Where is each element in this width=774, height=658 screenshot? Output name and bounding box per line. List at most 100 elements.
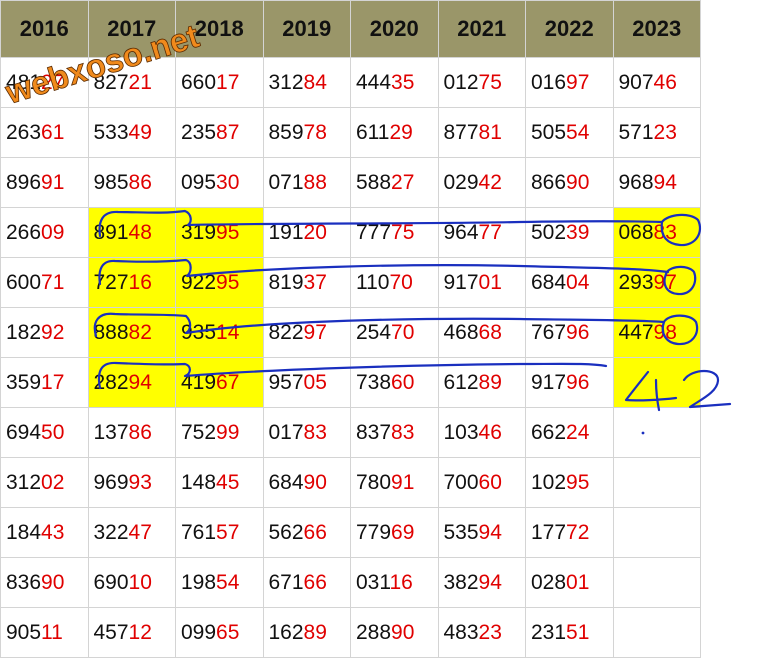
number-last-two-digits: 83: [303, 420, 327, 444]
result-cell: 85978: [262, 107, 351, 158]
number-prefix: 322: [93, 520, 129, 544]
result-cell: 03116: [350, 557, 439, 608]
number-prefix: 671: [268, 570, 304, 594]
number-last-two-digits: 02: [41, 470, 65, 494]
result-cell: 01697: [525, 57, 614, 108]
table-row: 60071 72716 92295 81937 11070 91701 68404 29397: [0, 257, 701, 308]
result-cell: 09530: [175, 157, 264, 208]
number-prefix: 964: [443, 220, 479, 244]
number-prefix: 012: [443, 70, 479, 94]
result-cell: 53349: [87, 107, 176, 158]
year-header[interactable]: 2018: [175, 0, 264, 58]
number-prefix: 071: [268, 170, 304, 194]
number-last-two-digits: 17: [41, 370, 65, 394]
number-prefix: 231: [531, 620, 567, 644]
year-header[interactable]: 2017: [87, 0, 176, 58]
table-row: 90511 45712 09965 16289 28890 48323 23151: [0, 607, 701, 658]
result-cell: [612, 407, 701, 458]
number-last-two-digits: 94: [478, 570, 502, 594]
number-prefix: 690: [93, 570, 129, 594]
result-cell: 09965: [175, 607, 264, 658]
number-prefix: 235: [181, 120, 217, 144]
result-cell: 26609: [0, 207, 89, 258]
result-cell: 50554: [525, 107, 614, 158]
number-prefix: 182: [6, 320, 42, 344]
result-cell: 46868: [437, 307, 526, 358]
number-prefix: 447: [618, 320, 654, 344]
number-last-two-digits: 20: [303, 220, 327, 244]
result-cell: 68490: [262, 457, 351, 508]
number-prefix: 505: [531, 120, 567, 144]
number-prefix: 700: [443, 470, 479, 494]
number-prefix: 891: [93, 220, 129, 244]
result-cell: 66017: [175, 57, 264, 108]
number-prefix: 562: [268, 520, 304, 544]
number-last-two-digits: 95: [216, 270, 240, 294]
year-header-row: 2016 2017 2018 2019 2020 2021 2022 2023: [0, 0, 701, 58]
number-last-two-digits: 86: [128, 170, 152, 194]
year-header[interactable]: 2020: [350, 0, 439, 58]
result-cell: 87781: [437, 107, 526, 158]
table-row: 89691 98586 09530 07188 58827 02942 86690 96894: [0, 157, 701, 208]
result-cell: 10295: [525, 457, 614, 508]
number-prefix: 777: [356, 220, 392, 244]
number-last-two-digits: 95: [216, 220, 240, 244]
result-cell: 66224: [525, 407, 614, 458]
number-prefix: 738: [356, 370, 392, 394]
number-last-two-digits: 43: [41, 520, 65, 544]
number-prefix: 767: [531, 320, 567, 344]
result-cell: 41967: [175, 357, 264, 408]
result-cell: 17772: [525, 507, 614, 558]
result-cell: 19120: [262, 207, 351, 258]
number-last-two-digits: 71: [41, 270, 65, 294]
number-last-two-digits: 09: [41, 220, 65, 244]
result-cell: 26361: [0, 107, 89, 158]
result-cell: [612, 557, 701, 608]
result-cell: 83690: [0, 557, 89, 608]
number-prefix: 198: [181, 570, 217, 594]
result-cell: 92295: [175, 257, 264, 308]
number-prefix: 102: [531, 470, 567, 494]
year-header[interactable]: 2019: [262, 0, 351, 58]
number-last-two-digits: 93: [128, 470, 152, 494]
result-cell: 89148: [87, 207, 176, 258]
result-cell: 76796: [525, 307, 614, 358]
number-last-two-digits: 47: [128, 520, 152, 544]
result-cell: 29397: [612, 257, 701, 308]
result-cell: 93514: [175, 307, 264, 358]
number-last-two-digits: 68: [478, 320, 502, 344]
number-prefix: 917: [443, 270, 479, 294]
result-cell: 98586: [87, 157, 176, 208]
number-prefix: 103: [443, 420, 479, 444]
number-prefix: 968: [618, 170, 654, 194]
number-prefix: 827: [93, 70, 129, 94]
number-last-two-digits: 66: [303, 570, 327, 594]
result-cell: 10346: [437, 407, 526, 458]
result-cell: 44798: [612, 307, 701, 358]
table-row: 18292 88882 93514 82297 25470 46868 76796 44798: [0, 307, 701, 358]
number-prefix: 502: [531, 220, 567, 244]
number-prefix: 612: [443, 370, 479, 394]
number-prefix: 282: [93, 370, 129, 394]
number-last-two-digits: 84: [303, 70, 327, 94]
number-last-two-digits: 96: [566, 320, 590, 344]
result-cell: 45712: [87, 607, 176, 658]
results-table-container: 2016 2017 2018 2019 2020 2021 2022 2023 …: [0, 0, 701, 658]
result-cell: 96477: [437, 207, 526, 258]
number-last-two-digits: 61: [41, 120, 65, 144]
year-header[interactable]: 2016: [0, 0, 89, 58]
number-prefix: 029: [443, 170, 479, 194]
number-last-two-digits: 91: [391, 470, 415, 494]
number-prefix: 031: [356, 570, 390, 594]
year-header[interactable]: 2023: [612, 0, 701, 58]
number-prefix: 177: [531, 520, 567, 544]
year-header[interactable]: 2022: [525, 0, 614, 58]
year-header[interactable]: 2021: [437, 0, 526, 58]
number-last-two-digits: 81: [478, 120, 502, 144]
result-cell: 06883: [612, 207, 701, 258]
number-prefix: 957: [268, 370, 304, 394]
number-prefix: 481: [6, 70, 42, 94]
result-cell: 61129: [350, 107, 439, 158]
number-last-two-digits: 46: [653, 70, 677, 94]
number-last-two-digits: 98: [653, 320, 677, 344]
